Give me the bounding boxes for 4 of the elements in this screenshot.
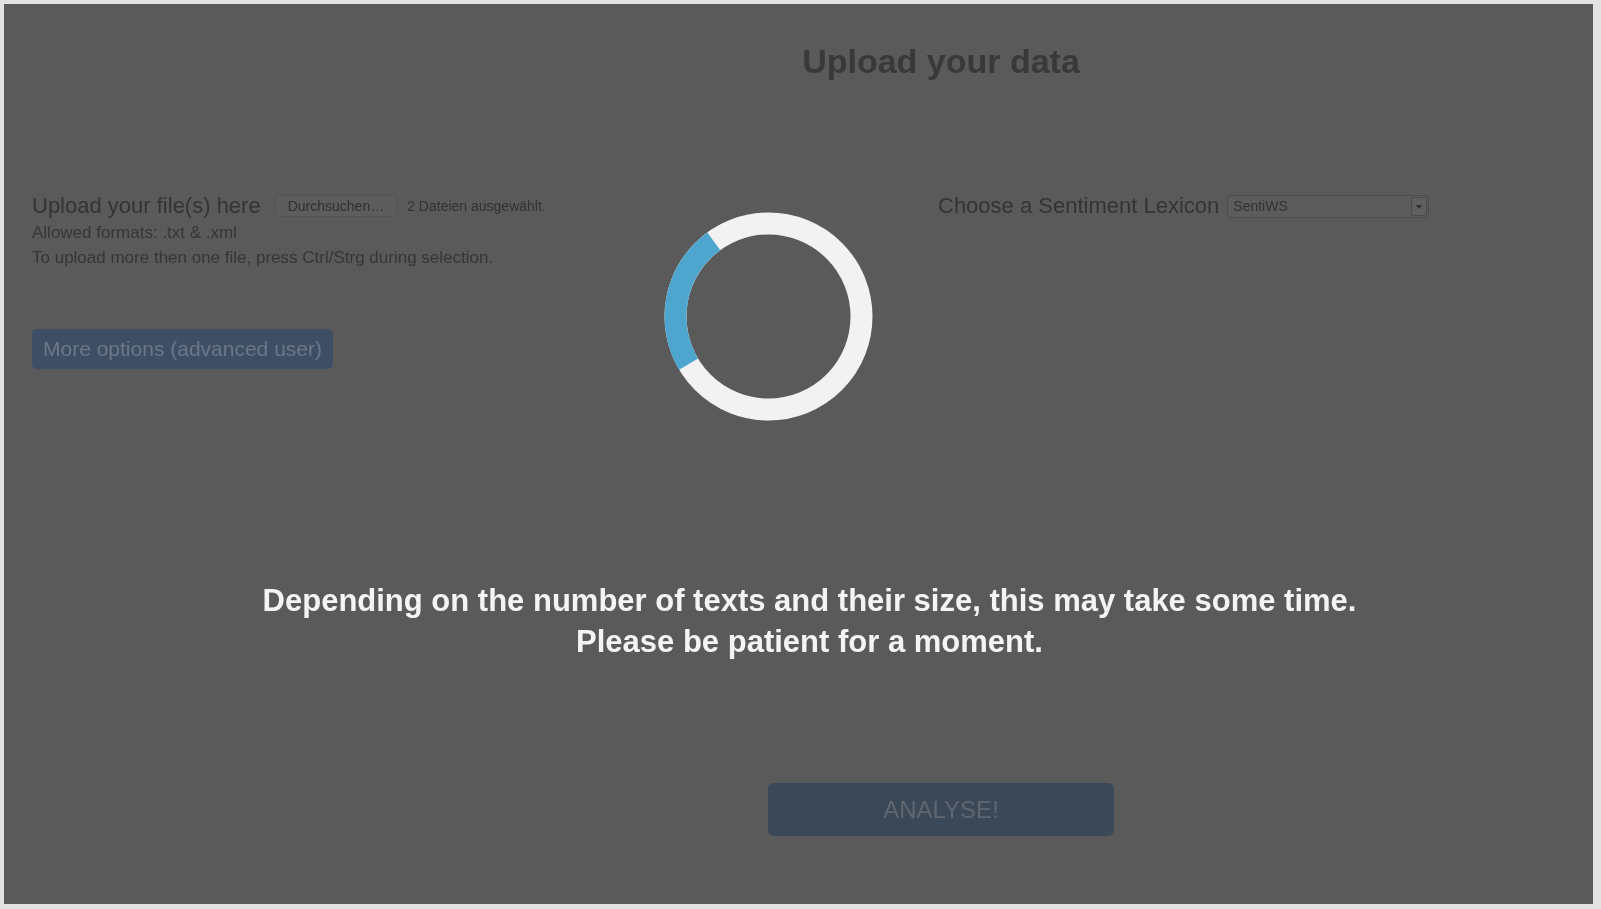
- caret-icon: [1411, 196, 1428, 216]
- loading-message: Depending on the number of texts and their size, this may take some time.: [262, 582, 1357, 620]
- spinner-icon: [664, 212, 873, 421]
- loading-message: Please be patient for a moment.: [576, 623, 1043, 661]
